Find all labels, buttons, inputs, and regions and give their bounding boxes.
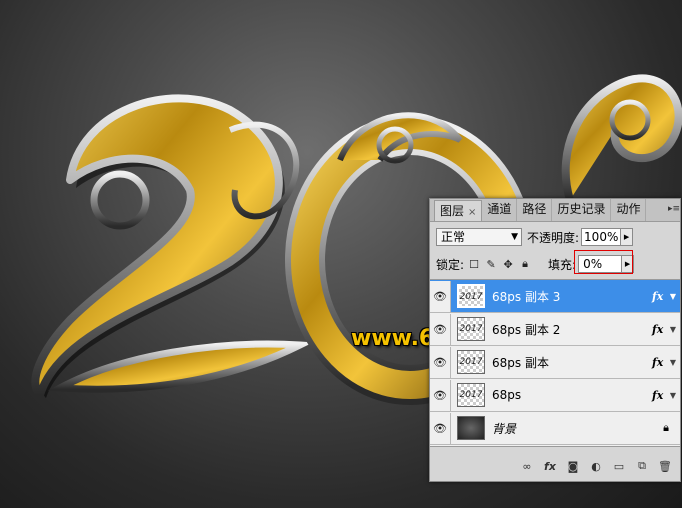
- fx-icon[interactable]: fx: [652, 356, 666, 369]
- tab-paths[interactable]: 路径: [517, 199, 553, 221]
- lock-label: 锁定:: [436, 257, 465, 272]
- lock-fill-row: 锁定: ☐ ✎ ✥ 🔒︎ 填充: 0% ▶: [436, 254, 674, 274]
- layers-panel: 图层 × 通道 路径 历史记录 动作 ▸≡ 正常 ▼ 不透明度: 100% ▶ 锁…: [429, 198, 681, 482]
- fx-icon[interactable]: fx: [652, 290, 666, 303]
- opacity-input[interactable]: 100%: [581, 228, 622, 246]
- layer-name: 68ps 副本 3: [492, 289, 561, 304]
- tab-channels[interactable]: 通道: [482, 199, 518, 221]
- layer-lock-icon: 🔒︎: [663, 421, 669, 434]
- visibility-eye-icon[interactable]: 👁︎: [430, 280, 451, 312]
- layer-row-background[interactable]: 👁︎ 背景 🔒︎: [430, 412, 680, 445]
- layer-name: 68ps 副本: [492, 355, 549, 370]
- blend-opacity-row: 正常 ▼ 不透明度: 100% ▶: [436, 227, 674, 247]
- fill-input[interactable]: 0%: [578, 255, 623, 273]
- lock-transparent-icon[interactable]: ☐: [467, 257, 481, 271]
- tab-actions[interactable]: 动作: [611, 199, 647, 221]
- new-group-icon[interactable]: ▭: [612, 459, 626, 473]
- layer-thumbnail: [457, 416, 485, 440]
- expand-effects-icon[interactable]: ▼: [666, 358, 680, 367]
- tab-layers[interactable]: 图层 ×: [434, 200, 483, 221]
- layer-thumbnail: 2017: [457, 350, 485, 374]
- fx-icon[interactable]: fx: [652, 323, 666, 336]
- expand-effects-icon[interactable]: ▼: [666, 391, 680, 400]
- layer-thumbnail: 2017: [457, 383, 485, 407]
- layer-thumbnail: 2017: [457, 317, 485, 341]
- blend-mode-select[interactable]: 正常 ▼: [436, 228, 522, 246]
- expand-effects-icon[interactable]: ▼: [666, 325, 680, 334]
- layer-list: 👁︎ 2017 68ps 副本 3 fx ▼ 👁︎ 2017 68ps 副本 2…: [430, 279, 680, 447]
- expand-effects-icon[interactable]: ▼: [666, 292, 680, 301]
- tab-layers-label: 图层: [440, 204, 465, 218]
- layer-row-68ps[interactable]: 👁︎ 2017 68ps fx ▼: [430, 379, 680, 412]
- fill-slider-toggle[interactable]: ▶: [622, 255, 635, 273]
- layer-row-copy-3[interactable]: 👁︎ 2017 68ps 副本 3 fx ▼: [430, 280, 680, 313]
- link-layers-icon[interactable]: ∞: [520, 459, 534, 473]
- layer-name: 68ps: [492, 388, 522, 402]
- visibility-eye-icon[interactable]: 👁︎: [430, 379, 451, 411]
- add-mask-icon[interactable]: ◙: [566, 459, 580, 473]
- digit-one-art: [561, 74, 682, 202]
- lock-all-icon[interactable]: 🔒︎: [518, 257, 532, 271]
- layer-thumbnail: 2017: [457, 284, 485, 308]
- adjustment-layer-icon[interactable]: ◐: [589, 459, 603, 473]
- layer-name: 背景: [492, 421, 517, 436]
- layer-name: 68ps 副本 2: [492, 322, 561, 337]
- blend-mode-value: 正常: [441, 230, 466, 244]
- opacity-label: 不透明度:: [527, 230, 580, 245]
- chevron-down-icon: ▼: [511, 232, 518, 242]
- panel-menu-icon[interactable]: ▸≡: [668, 199, 680, 221]
- new-layer-icon[interactable]: ⧉: [635, 459, 649, 473]
- fx-icon[interactable]: fx: [652, 389, 666, 402]
- fill-label: 填充:: [548, 257, 577, 272]
- visibility-eye-icon[interactable]: 👁︎: [430, 346, 451, 378]
- lock-position-icon[interactable]: ✥: [501, 257, 515, 271]
- tab-history[interactable]: 历史记录: [552, 199, 612, 221]
- visibility-eye-icon[interactable]: 👁︎: [430, 412, 451, 444]
- visibility-eye-icon[interactable]: 👁︎: [430, 313, 451, 345]
- close-icon[interactable]: ×: [468, 207, 476, 218]
- panel-tabs: 图层 × 通道 路径 历史记录 动作 ▸≡: [430, 199, 680, 222]
- panel-footer-toolbar: ∞ fx ◙ ◐ ▭ ⧉ 🗑︎: [430, 455, 680, 477]
- opacity-slider-toggle[interactable]: ▶: [621, 228, 634, 246]
- lock-pixels-icon[interactable]: ✎: [484, 257, 498, 271]
- add-style-icon[interactable]: fx: [543, 459, 557, 473]
- layer-row-copy-2[interactable]: 👁︎ 2017 68ps 副本 2 fx ▼: [430, 313, 680, 346]
- delete-layer-icon[interactable]: 🗑︎: [658, 459, 672, 473]
- layer-row-copy[interactable]: 👁︎ 2017 68ps 副本 fx ▼: [430, 346, 680, 379]
